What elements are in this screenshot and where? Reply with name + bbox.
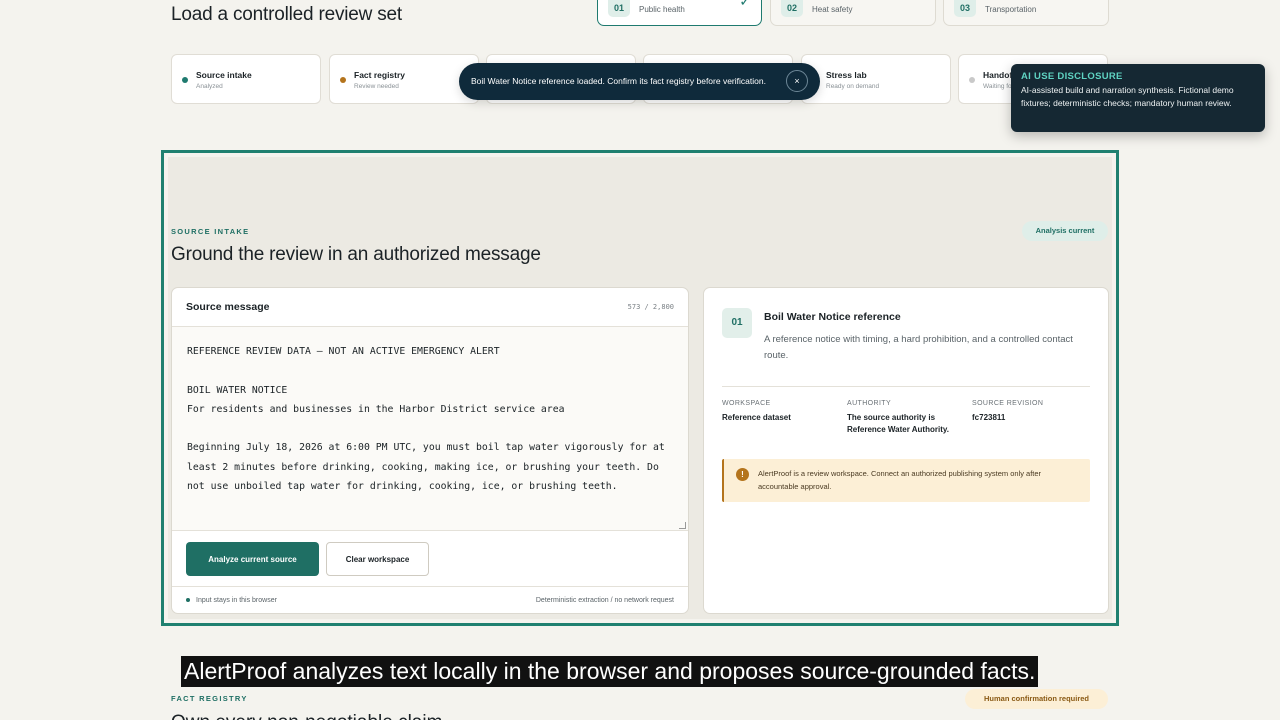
section-heading: Own every non-negotiable claim xyxy=(171,712,442,720)
clear-workspace-button[interactable]: Clear workspace xyxy=(326,542,429,576)
scenario-card-public-health[interactable]: 01 Public health ✓ xyxy=(597,0,762,26)
info-icon: ! xyxy=(736,468,749,481)
checkmark-icon: ✓ xyxy=(739,0,751,9)
step-fact-registry[interactable]: Fact registry Review needed xyxy=(329,54,479,104)
meta-authority: AUTHORITY The source authority is Refere… xyxy=(847,400,967,436)
disclosure-title: AI USE DISCLOSURE xyxy=(1021,71,1123,82)
meta-source-revision: SOURCE REVISION fc723811 xyxy=(972,400,1092,424)
toast-message: Boil Water Notice reference loaded. Conf… xyxy=(471,76,766,86)
section-eyebrow: SOURCE INTAKE xyxy=(171,227,250,236)
section-heading: Ground the review in an authorized messa… xyxy=(171,244,541,265)
meta-key: WORKSPACE xyxy=(722,400,771,407)
step-source-intake[interactable]: Source intake Analyzed xyxy=(171,54,321,104)
scenario-card-transportation[interactable]: 03 Transportation xyxy=(943,0,1109,26)
divider xyxy=(722,386,1090,387)
scenario-label: Transportation xyxy=(985,5,1037,14)
notice-text: AlertProof is a review workspace. Connec… xyxy=(758,469,1042,491)
status-badge: Analysis current xyxy=(1022,221,1108,241)
resize-handle-icon[interactable] xyxy=(679,522,686,529)
meta-key: AUTHORITY xyxy=(847,400,892,407)
page-title: Load a controlled review set xyxy=(171,4,402,25)
video-caption: AlertProof analyzes text locally in the … xyxy=(181,656,1039,687)
status-badge: Human confirmation required xyxy=(965,689,1108,709)
step-title: Fact registry xyxy=(354,70,406,80)
reference-title: Boil Water Notice reference xyxy=(764,311,901,323)
review-workspace-notice: ! AlertProof is a review workspace. Conn… xyxy=(722,459,1090,502)
scenario-card-heat-safety[interactable]: 02 Heat safety xyxy=(770,0,936,26)
step-title: Source intake xyxy=(196,70,252,80)
step-status: Analyzed xyxy=(196,83,223,90)
footer-extraction-note: Deterministic extraction / no network re… xyxy=(535,597,674,604)
scenario-number: 03 xyxy=(954,0,976,17)
status-dot xyxy=(969,77,975,83)
reference-card: 01 Boil Water Notice reference A referen… xyxy=(703,287,1109,614)
status-dot xyxy=(186,598,190,602)
footer-privacy-note: Input stays in this browser xyxy=(196,597,277,604)
reference-description: A reference notice with timing, a hard p… xyxy=(764,334,1073,361)
status-dot xyxy=(182,77,188,83)
scenario-label: Public health xyxy=(639,5,685,14)
meta-value: fc723811 xyxy=(972,413,1006,422)
reference-number-badge: 01 xyxy=(722,308,752,338)
disclosure-text: AI-assisted build and narration synthesi… xyxy=(1021,85,1234,108)
step-status: Waiting for xyxy=(983,83,1014,90)
ai-disclosure-panel: AI USE DISCLOSURE AI-assisted build and … xyxy=(1011,64,1265,132)
meta-key: SOURCE REVISION xyxy=(972,400,1044,407)
step-stress-lab[interactable]: Stress lab Ready on demand xyxy=(801,54,951,104)
scenario-number: 01 xyxy=(608,0,630,17)
analyze-source-button[interactable]: Analyze current source xyxy=(186,542,319,576)
close-icon[interactable]: × xyxy=(786,70,808,92)
step-status: Ready on demand xyxy=(826,83,880,90)
scenario-number: 02 xyxy=(781,0,803,17)
step-status: Review needed xyxy=(354,83,399,90)
source-message-textarea[interactable]: REFERENCE REVIEW DATA — NOT AN ACTIVE EM… xyxy=(172,327,688,531)
section-eyebrow: FACT REGISTRY xyxy=(171,694,248,703)
scenario-label: Heat safety xyxy=(812,5,853,14)
source-message-card: Source message 573 / 2,800 REFERENCE REV… xyxy=(171,287,689,614)
status-dot xyxy=(340,77,346,83)
source-card-header: Source message 573 / 2,800 xyxy=(172,288,688,327)
step-title: Stress lab xyxy=(826,70,867,80)
source-card-title: Source message xyxy=(186,301,270,313)
character-count: 573 / 2,800 xyxy=(627,303,674,311)
toast-notification: Boil Water Notice reference loaded. Conf… xyxy=(459,63,820,100)
meta-value: Reference dataset xyxy=(722,413,791,422)
meta-workspace: WORKSPACE Reference dataset xyxy=(722,400,842,424)
source-card-footer: Input stays in this browser Deterministi… xyxy=(172,586,688,613)
meta-value: The source authority is Reference Water … xyxy=(847,413,949,434)
